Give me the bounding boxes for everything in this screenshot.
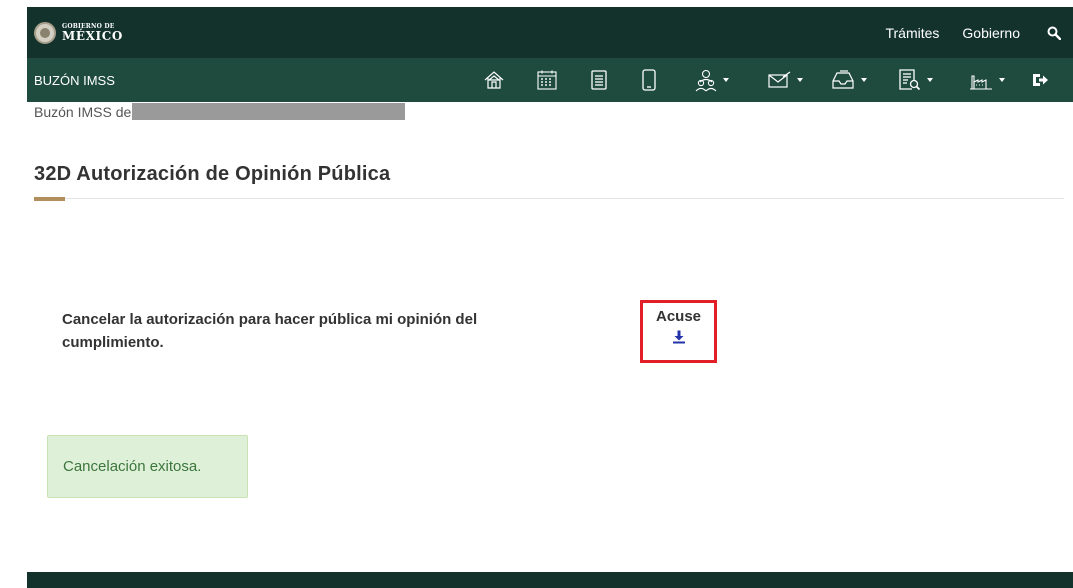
title-divider: [34, 198, 1064, 199]
success-alert: Cancelación exitosa.: [47, 435, 248, 498]
chevron-down-icon: [723, 78, 729, 82]
coat-of-arms-icon: [34, 21, 56, 44]
gov-nav: Trámites Gobierno: [885, 7, 1073, 58]
alert-text: Cancelación exitosa.: [63, 458, 202, 475]
footer: [27, 572, 1073, 588]
document-search-icon[interactable]: [897, 66, 933, 94]
mail-icon[interactable]: [767, 66, 803, 94]
chevron-down-icon: [797, 78, 803, 82]
redacted-name: [132, 103, 406, 120]
gov-header: GOBIERNO DE MÉXICO Trámites Gobierno: [27, 7, 1073, 58]
breadcrumb-text: Buzón IMSS de: [34, 103, 132, 120]
home-icon[interactable]: [483, 66, 505, 94]
chevron-down-icon: [927, 78, 933, 82]
cancel-description: Cancelar la autorización para hacer públ…: [62, 311, 478, 351]
sub-header: BUZÓN IMSS: [27, 58, 1073, 102]
acuse-label: Acuse: [655, 308, 702, 325]
gob-mx-logo[interactable]: GOBIERNO DE MÉXICO: [34, 21, 123, 44]
calendar-icon[interactable]: [536, 66, 558, 94]
chevron-down-icon: [861, 78, 867, 82]
logo-text-large: MÉXICO: [62, 28, 123, 43]
document-icon[interactable]: [589, 66, 609, 94]
nav-link-gobierno[interactable]: Gobierno: [962, 25, 1020, 41]
download-icon[interactable]: [672, 330, 686, 349]
page-title: 32D Autorización de Opinión Pública: [34, 163, 391, 185]
users-icon[interactable]: [695, 66, 729, 94]
breadcrumb: Buzón IMSS de: [34, 103, 406, 120]
title-accent-bar: [34, 197, 65, 201]
search-icon[interactable]: [1043, 22, 1065, 44]
chevron-down-icon: [999, 78, 1005, 82]
acuse-download-button[interactable]: Acuse: [640, 300, 717, 363]
nav-link-tramites[interactable]: Trámites: [885, 25, 939, 41]
toolbar: [27, 58, 1073, 102]
inbox-icon[interactable]: [831, 66, 867, 94]
factory-icon[interactable]: [969, 66, 1005, 94]
mobile-icon[interactable]: [640, 66, 658, 94]
logout-icon[interactable]: [1031, 66, 1049, 94]
